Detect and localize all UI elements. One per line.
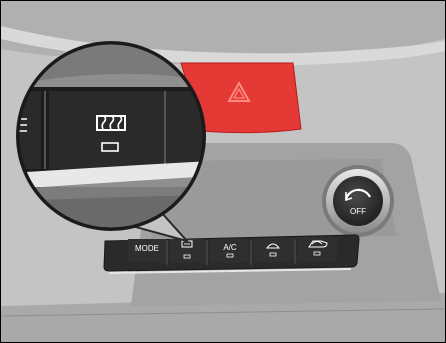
- recirculation-button[interactable]: [297, 237, 337, 261]
- mode-label: MODE: [135, 244, 159, 253]
- dashboard-illustration: OFF MODE A/C: [1, 1, 445, 342]
- front-defrost-button[interactable]: [253, 238, 293, 262]
- off-label: OFF: [350, 207, 366, 216]
- illustration-frame: OFF MODE A/C: [0, 0, 446, 343]
- ac-button[interactable]: A/C: [209, 239, 249, 263]
- zoomed-rear-defrost-button[interactable]: [49, 91, 169, 169]
- ac-label: A/C: [223, 243, 237, 252]
- mode-button[interactable]: MODE: [128, 239, 166, 263]
- climate-off-knob[interactable]: OFF: [322, 165, 394, 237]
- rear-defrost-button[interactable]: [169, 239, 205, 263]
